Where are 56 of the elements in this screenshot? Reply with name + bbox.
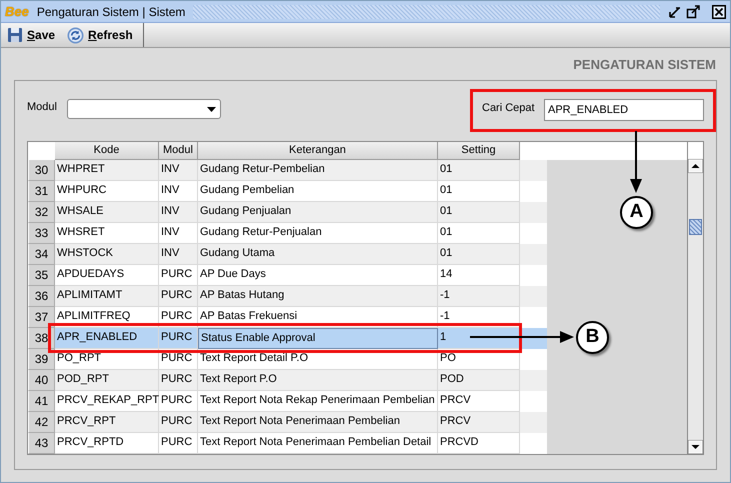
- table-row[interactable]: 38 APR_ENABLED PURC Status Enable Approval 1: [28, 328, 547, 348]
- row-number: 36: [28, 286, 55, 306]
- row-number: 33: [28, 222, 55, 244]
- table-cell: Text Report Nota Penerimaan Pembelian Detail: [198, 432, 438, 454]
- modul-label: Modul: [27, 100, 58, 115]
- refresh-button[interactable]: Refresh: [61, 23, 139, 47]
- row-number: 35: [28, 264, 55, 286]
- row-number: 39: [28, 348, 55, 370]
- page-title: PENGATURAN SISTEM: [573, 56, 716, 74]
- button-label: Refresh: [88, 27, 133, 44]
- table-row[interactable]: 30 WHPRET INV Gudang Retur-Pembelian 01: [28, 160, 547, 180]
- scroll-down-icon[interactable]: [688, 440, 703, 454]
- table-cell: PRCV_RPTD: [55, 432, 159, 454]
- scroll-thumb[interactable]: [689, 218, 702, 234]
- row-number: 31: [28, 180, 55, 202]
- row-number: 41: [28, 390, 55, 412]
- column-header[interactable]: Kode: [55, 142, 159, 160]
- row-number: 37: [28, 306, 55, 328]
- minimize-icon[interactable]: [668, 4, 682, 18]
- caret-icon: [207, 106, 216, 112]
- table-row[interactable]: 32 WHSALE INV Gudang Penjualan 01: [28, 202, 547, 222]
- table-row[interactable]: 41 PRCV_REKAP_RPT PURC Text Report Nota Rekap Penerimaan Pembelian PRCV: [28, 390, 547, 412]
- column-header[interactable]: Modul: [159, 142, 198, 160]
- maximize-icon[interactable]: [686, 4, 700, 18]
- row-number: 42: [28, 412, 55, 432]
- app-logo: Bee: [5, 2, 29, 21]
- row-number: 43: [28, 432, 55, 454]
- table-row[interactable]: 40 POD_RPT PURC Text Report P.O POD: [28, 370, 547, 390]
- table-row[interactable]: 31 WHPURC INV Gudang Pembelian 01: [28, 180, 547, 202]
- table-cell: PRCVD: [438, 432, 520, 454]
- table-cell: AP Batas Frekuensi: [198, 306, 438, 328]
- quick-search-field[interactable]: APR_ENABLED: [544, 99, 704, 121]
- table-row[interactable]: 36 APLIMITAMT PURC AP Batas Hutang -1: [28, 286, 547, 306]
- close-icon[interactable]: [712, 4, 726, 18]
- table-row[interactable]: 33 WHSRET INV Gudang Retur-Penjualan 01: [28, 222, 547, 244]
- modul-dropdown[interactable]: [67, 99, 221, 119]
- save-button[interactable]: Save: [1, 23, 62, 47]
- row-number: 40: [28, 370, 55, 390]
- row-number: 32: [28, 202, 55, 222]
- table-row[interactable]: 34 WHSTOCK INV Gudang Utama 01: [28, 244, 547, 264]
- refresh-icon: [67, 26, 84, 44]
- column-header[interactable]: Setting: [438, 142, 520, 160]
- table-cell: Status Enable Approval: [198, 328, 438, 348]
- table-row[interactable]: 42 PRCV_RPT PURC Text Report Nota Penerimaan Pembelian PRCV: [28, 412, 547, 432]
- row-number: 34: [28, 244, 55, 264]
- table-row[interactable]: 43 PRCV_RPTD PURC Text Report Nota Penerimaan Pembelian Detail PRCVD: [28, 432, 547, 454]
- row-number: 30: [28, 160, 55, 180]
- arrow: [629, 131, 643, 193]
- scroll-up-icon[interactable]: [688, 158, 703, 172]
- window-title: Pengaturan Sistem | Sistem: [36, 4, 186, 20]
- button-label: Save: [27, 27, 56, 44]
- table-row[interactable]: 35 APDUEDAYS PURC AP Due Days 14: [28, 264, 547, 286]
- table-cell: PURC: [159, 432, 198, 454]
- quick-search-label: Cari Cepat: [482, 100, 536, 116]
- vertical-scrollbar[interactable]: [688, 140, 704, 454]
- column-header[interactable]: Keterangan: [198, 142, 438, 160]
